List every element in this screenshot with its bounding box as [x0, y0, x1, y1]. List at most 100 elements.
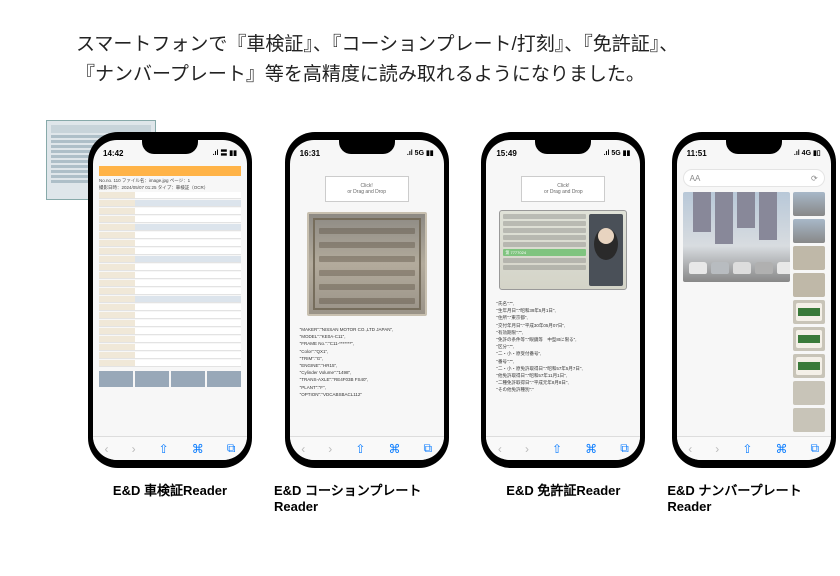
header-strip [99, 166, 241, 176]
phone-caption: E&D 車検証Reader [113, 480, 227, 499]
drag-label: or Drag and Drop [347, 189, 386, 195]
share-icon[interactable]: ⇧ [355, 442, 365, 456]
status-time: 15:49 [496, 149, 516, 158]
plate-thumbnail[interactable] [793, 327, 825, 351]
thumbnail-strip [99, 371, 241, 387]
tabs-icon[interactable]: ⧉ [811, 441, 820, 456]
form-rows [99, 192, 241, 368]
share-icon[interactable]: ⇧ [159, 442, 169, 456]
out-line: "PLANT":"F", [300, 384, 434, 391]
out-line: "交付年月日":"平成30年05月07日", [496, 322, 630, 329]
out-line: "有効期限":"", [496, 329, 630, 336]
status-signal: .ıl 〓 ▮▮ [213, 148, 237, 158]
address-bar[interactable]: AA ⟳ [683, 169, 825, 187]
out-line: "ENGINE":"HR15", [300, 362, 434, 369]
aa-icon[interactable]: AA [690, 174, 701, 183]
forward-button[interactable]: › [328, 442, 332, 456]
out-line: "二・小・原免許取得日":"昭和57年5月7日", [496, 365, 630, 372]
out-line: "番号":"", [496, 358, 630, 365]
phone-2: 16:31 .ıl 5G ▮▮ Click! or Drag and Drop … [285, 132, 449, 468]
phone-caption: E&D ナンバープレートReader [667, 480, 840, 514]
forward-button[interactable]: › [132, 442, 136, 456]
forward-button[interactable]: › [525, 442, 529, 456]
notch [142, 140, 198, 154]
thumbnail[interactable] [135, 371, 169, 387]
license-number: 第 7777024 [503, 249, 586, 256]
status-time: 11:51 [687, 149, 707, 158]
notch [535, 140, 591, 154]
out-line: "氏名":"", [496, 300, 630, 307]
back-button[interactable]: ‹ [301, 442, 305, 456]
status-time: 16:31 [300, 149, 320, 158]
phone-row: 14:42 .ıl 〓 ▮▮ No.no. 110 ファイル名：image.jp… [88, 132, 840, 514]
out-line: "OPTION":"VDCABSBACL112" [300, 391, 434, 398]
heading-line-1: スマートフォンで『車検証』、『コーションプレート/打刻』、『免許証』、 [76, 34, 678, 55]
out-line: "TRIM":"G", [300, 355, 434, 362]
upload-dropzone[interactable]: Click! or Drag and Drop [325, 176, 409, 202]
share-icon[interactable]: ⇧ [742, 442, 752, 456]
out-line: "MAKER":"NISSAN MOTOR CO.,LTD JAPAN", [300, 326, 434, 333]
heading: スマートフォンで『車検証』、『コーションプレート/打刻』、『免許証』、 『ナンバ… [76, 30, 780, 91]
reload-icon[interactable]: ⟳ [811, 174, 818, 183]
out-line: "Cylinder Volume":"1498", [300, 369, 434, 376]
ocr-output: "MAKER":"NISSAN MOTOR CO.,LTD JAPAN", "M… [300, 326, 434, 398]
out-line: "二・小・原受付番号", [496, 350, 630, 357]
out-line: "Color":"QX1", [300, 348, 434, 355]
out-line: "区分":"", [496, 343, 630, 350]
phone-caption: E&D コーションプレートReader [274, 480, 459, 514]
safari-toolbar: ‹ › ⇧ ⌘ ⧉ [93, 436, 247, 460]
bookmarks-icon[interactable]: ⌘ [192, 442, 204, 456]
tabs-icon[interactable]: ⧉ [227, 441, 236, 456]
license-image: 第 7777024 [499, 210, 627, 290]
out-line: "二種免許取得日":"平成元年8月8日", [496, 379, 630, 386]
notch [339, 140, 395, 154]
thumbnail[interactable] [793, 408, 825, 432]
phone-3: 15:49 .ıl 5G ▮▮ Click! or Drag and Drop … [481, 132, 645, 468]
out-line: "生年月日":"昭和39年5月1日", [496, 307, 630, 314]
bookmarks-icon[interactable]: ⌘ [585, 442, 597, 456]
street-photo [683, 192, 790, 282]
safari-toolbar: ‹ › ⇧ ⌘ ⧉ [677, 436, 831, 460]
thumbnail[interactable] [793, 273, 825, 297]
thumbnail[interactable] [793, 192, 825, 216]
notch [726, 140, 782, 154]
bookmarks-icon[interactable]: ⌘ [775, 442, 787, 456]
status-time: 14:42 [103, 149, 123, 158]
forward-button[interactable]: › [715, 442, 719, 456]
status-signal: .ıl 5G ▮▮ [407, 149, 434, 157]
thumbnail[interactable] [793, 246, 825, 270]
safari-toolbar: ‹ › ⇧ ⌘ ⧉ [290, 436, 444, 460]
out-line: "TRANS-AXLE":"RE4F03B FS40", [300, 376, 434, 383]
date-info: 撮影日時：2024/05/07 01:25 タイプ：車検証（OCR） [99, 185, 241, 191]
thumbnail[interactable] [99, 371, 133, 387]
upload-dropzone[interactable]: Click! or Drag and Drop [521, 176, 605, 202]
back-button[interactable]: ‹ [498, 442, 502, 456]
plate-thumbnail[interactable] [793, 354, 825, 378]
tabs-icon[interactable]: ⧉ [424, 441, 433, 456]
ocr-output: "氏名":"", "生年月日":"昭和39年5月1日", "住所":"東京都",… [496, 300, 630, 393]
back-button[interactable]: ‹ [105, 442, 109, 456]
status-signal: .ıl 4G ▮▯ [794, 149, 821, 157]
thumbnail-column [793, 192, 825, 432]
safari-toolbar: ‹ › ⇧ ⌘ ⧉ [486, 436, 640, 460]
heading-line-2: 『ナンバープレート』等を高精度に読み取れるようになりました。 [76, 64, 645, 85]
phone-4: 11:51 .ıl 4G ▮▯ AA ⟳ [672, 132, 836, 468]
out-line: "住所":"東京都", [496, 314, 630, 321]
out-line: "他免許取得日":"昭和57年11月1日", [496, 372, 630, 379]
caution-plate-image [307, 212, 427, 316]
thumbnail[interactable] [793, 219, 825, 243]
share-icon[interactable]: ⇧ [552, 442, 562, 456]
phone-caption: E&D 免許証Reader [506, 480, 620, 499]
thumbnail[interactable] [793, 381, 825, 405]
out-line: "免許の条件等":"眼鏡等 中型8tに限る", [496, 336, 630, 343]
out-line: "MODEL":"KE0A-C11", [300, 333, 434, 340]
phone-1: 14:42 .ıl 〓 ▮▮ No.no. 110 ファイル名：image.jp… [88, 132, 252, 468]
thumbnail[interactable] [171, 371, 205, 387]
license-photo [589, 214, 623, 286]
thumbnail[interactable] [207, 371, 241, 387]
tabs-icon[interactable]: ⧉ [620, 441, 629, 456]
plate-thumbnail[interactable] [793, 300, 825, 324]
bookmarks-icon[interactable]: ⌘ [388, 442, 400, 456]
file-info: No.no. 110 ファイル名：image.jpg ページ：1 [99, 178, 241, 184]
back-button[interactable]: ‹ [688, 442, 692, 456]
